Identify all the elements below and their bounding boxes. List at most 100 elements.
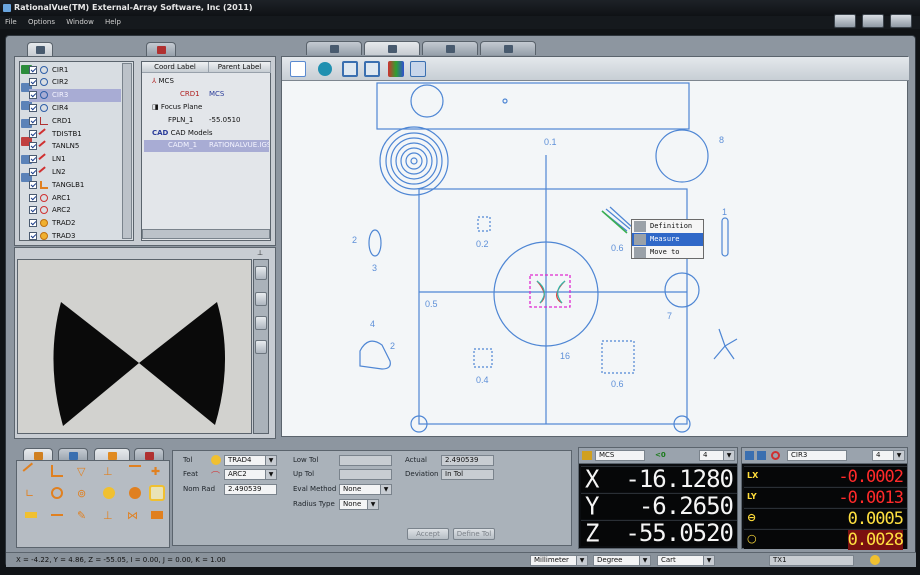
tab-coordinates[interactable] bbox=[146, 42, 176, 56]
tree-hscrollbar[interactable] bbox=[142, 229, 270, 239]
feature-visible-checkbox[interactable] bbox=[29, 167, 37, 176]
feature-item[interactable]: ARC1 bbox=[29, 191, 121, 204]
menu-file[interactable]: File bbox=[5, 18, 17, 26]
feature-visible-checkbox[interactable] bbox=[29, 91, 37, 100]
tol-precision-select[interactable]: 4 bbox=[872, 450, 905, 461]
zoom-fit-cad-icon[interactable] bbox=[364, 61, 380, 77]
layers-icon[interactable] bbox=[410, 61, 426, 77]
menu-move-to[interactable]: Move to bbox=[632, 246, 703, 259]
tol-select[interactable]: TRAD4 bbox=[224, 455, 277, 466]
light-bulb-icon[interactable] bbox=[870, 555, 880, 565]
feature-item[interactable]: TANGLB1 bbox=[29, 178, 121, 191]
feat-select[interactable]: ARC2 bbox=[224, 469, 277, 480]
tree-crd1[interactable]: CRD1 bbox=[180, 90, 200, 98]
feature-item[interactable]: TRAD2 bbox=[29, 217, 121, 230]
feature-item[interactable]: CRD1 bbox=[29, 114, 121, 127]
tab-cad[interactable] bbox=[364, 41, 420, 55]
feature-item[interactable]: CIR2 bbox=[29, 76, 121, 89]
circle-tool-icon[interactable] bbox=[103, 487, 115, 499]
camera-view[interactable] bbox=[17, 259, 252, 434]
menu-window[interactable]: Window bbox=[66, 18, 94, 26]
flat-tool-icon[interactable] bbox=[129, 465, 141, 477]
tol-feature-field[interactable]: CIR3 bbox=[787, 450, 847, 461]
angle-select[interactable]: Degree bbox=[593, 555, 651, 566]
feature-visible-checkbox[interactable] bbox=[29, 78, 37, 87]
radius-tool-icon-selected[interactable] bbox=[149, 485, 165, 501]
zoom-box-icon[interactable] bbox=[342, 61, 358, 77]
feature-item[interactable]: ARC2 bbox=[29, 204, 121, 217]
feature-scrollbar[interactable] bbox=[122, 63, 132, 239]
camera-snap-icon[interactable] bbox=[255, 266, 267, 280]
feature-item[interactable]: TDISTB1 bbox=[29, 127, 121, 140]
slot-tool-icon[interactable] bbox=[25, 512, 37, 518]
nomrad-input[interactable]: 2.490539 bbox=[224, 484, 277, 495]
feature-item[interactable]: CIR1 bbox=[29, 63, 121, 76]
angle-tool-icon[interactable] bbox=[51, 465, 63, 477]
vee-tool-icon[interactable]: ▽ bbox=[77, 465, 89, 478]
symmetry-tool-icon[interactable]: ⋈ bbox=[127, 509, 139, 522]
define-tol-button[interactable]: Define Tol bbox=[453, 528, 495, 540]
pencil-tool-icon[interactable]: ✎ bbox=[77, 509, 89, 522]
rotate-icon[interactable] bbox=[318, 62, 332, 76]
feature-visible-checkbox[interactable] bbox=[29, 129, 37, 138]
tree-mcs[interactable]: ⅄ MCS bbox=[152, 77, 174, 85]
selection-box[interactable] bbox=[529, 274, 571, 308]
perp-tool-icon[interactable]: ⊥ bbox=[103, 509, 115, 522]
feature-visible-checkbox[interactable] bbox=[29, 193, 37, 202]
tree-cad-models[interactable]: CAD CAD Models bbox=[152, 129, 213, 137]
feature-visible-checkbox[interactable] bbox=[29, 103, 37, 112]
layout-icon[interactable] bbox=[862, 14, 884, 28]
feature-item[interactable]: LN2 bbox=[29, 165, 121, 178]
light-icon[interactable] bbox=[255, 316, 267, 330]
coord-system-field[interactable]: MCS bbox=[595, 450, 645, 461]
tx-field[interactable]: TX1 bbox=[769, 555, 854, 566]
height-tool-icon[interactable]: ⊥ bbox=[103, 465, 115, 478]
tree-fpln1[interactable]: FPLN_1 bbox=[168, 116, 193, 124]
corner-tool-icon[interactable]: ∟ bbox=[25, 487, 37, 500]
tree-focus-plane[interactable]: ◨ Focus Plane bbox=[152, 103, 202, 111]
pin-icon[interactable]: ⊥ bbox=[257, 249, 266, 257]
units-select[interactable]: Millimeter bbox=[530, 555, 588, 566]
select-arrow-icon[interactable] bbox=[290, 61, 306, 77]
exit-icon[interactable] bbox=[890, 14, 912, 28]
col-coord-label[interactable]: Coord Label bbox=[142, 62, 209, 73]
feature-visible-checkbox[interactable] bbox=[29, 219, 37, 228]
menu-measure[interactable]: Measure bbox=[632, 233, 703, 246]
diameter-tool-icon[interactable] bbox=[129, 487, 141, 499]
line-tool-icon[interactable] bbox=[51, 514, 63, 526]
feature-visible-checkbox[interactable] bbox=[29, 65, 37, 74]
ring-tool-icon[interactable]: ⊚ bbox=[77, 487, 89, 500]
feature-item[interactable]: CIR3 bbox=[29, 88, 121, 102]
feature-item[interactable]: CIR4 bbox=[29, 101, 121, 114]
box-tool-icon[interactable] bbox=[151, 511, 163, 519]
feature-visible-checkbox[interactable] bbox=[29, 206, 37, 215]
tab-features[interactable] bbox=[27, 42, 53, 56]
system-select[interactable]: Cart bbox=[657, 555, 715, 566]
tab-camera[interactable] bbox=[306, 41, 362, 55]
image-icon[interactable] bbox=[255, 340, 267, 354]
uptol-input[interactable] bbox=[339, 469, 392, 480]
evalmethod-select[interactable]: None bbox=[339, 484, 392, 495]
tab-report[interactable] bbox=[422, 41, 478, 55]
dro-precision-select[interactable]: 4 bbox=[699, 450, 735, 461]
feature-item[interactable]: TRAD3 bbox=[29, 229, 121, 242]
feature-item[interactable]: LN1 bbox=[29, 153, 121, 166]
feature-visible-checkbox[interactable] bbox=[29, 180, 37, 189]
menu-options[interactable]: Options bbox=[28, 18, 55, 26]
feature-visible-checkbox[interactable] bbox=[29, 116, 37, 125]
feature-visible-checkbox[interactable] bbox=[29, 231, 37, 240]
tab-program[interactable] bbox=[480, 41, 536, 55]
menu-help[interactable]: Help bbox=[105, 18, 121, 26]
lowtol-input[interactable] bbox=[339, 455, 392, 466]
cross-tool-icon[interactable]: ✚ bbox=[151, 465, 163, 478]
menu-definition[interactable]: Definition bbox=[632, 220, 703, 233]
tree-cadm1[interactable]: CADM_1 bbox=[168, 141, 197, 149]
concentric-tool-icon[interactable] bbox=[51, 487, 63, 499]
color-icon[interactable] bbox=[388, 61, 404, 77]
radiustype-select[interactable]: None bbox=[339, 499, 379, 510]
feature-item[interactable]: TANLN5 bbox=[29, 140, 121, 153]
col-parent-label[interactable]: Parent Label bbox=[209, 62, 271, 73]
feature-visible-checkbox[interactable] bbox=[29, 155, 37, 164]
zoom-fit-icon[interactable] bbox=[255, 292, 267, 306]
home-icon[interactable] bbox=[834, 14, 856, 28]
